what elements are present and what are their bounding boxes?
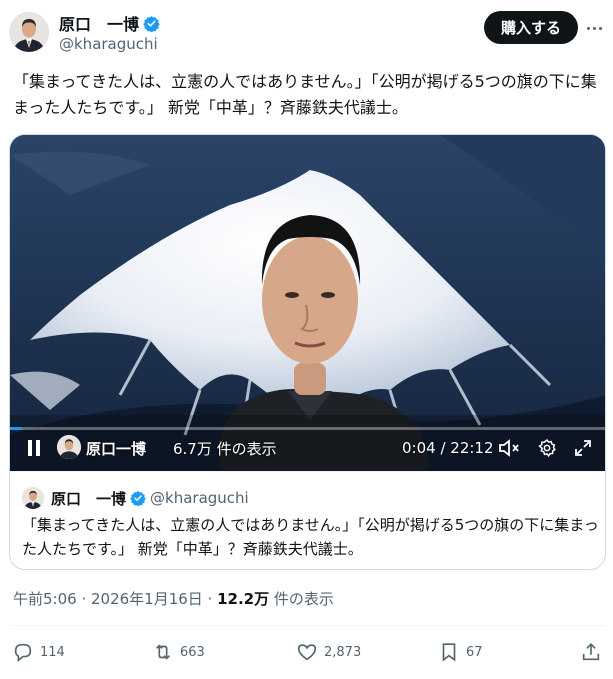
person-avatar-icon: [9, 12, 49, 52]
more-dots-icon[interactable]: [582, 16, 606, 40]
like-count: 2,873: [324, 644, 362, 660]
divider: [9, 625, 606, 626]
share-icon: [582, 643, 600, 661]
bookmark-count: 67: [466, 644, 483, 660]
video-time-readout: 0:04 / 22:12: [402, 439, 494, 457]
overlay-author-name: 原口一博: [86, 439, 147, 458]
tweet-view-count: 12.2万: [217, 590, 270, 608]
mute-icon[interactable]: [498, 435, 520, 461]
share-button[interactable]: [580, 640, 602, 664]
author-avatar[interactable]: [9, 12, 49, 52]
tweet-meta: 午前5:06 · 2026年1月16日 · 12.2万 件の表示: [13, 588, 334, 609]
person-avatar-icon: [22, 487, 44, 509]
quoted-display-name: 原口 一博: [51, 489, 127, 508]
gear-icon[interactable]: [536, 435, 558, 461]
like-button[interactable]: 2,873: [296, 640, 361, 664]
video-progress-fill: [10, 427, 22, 430]
video-player[interactable]: 原口一博 6.7万 件の表示 0:04 / 22:12: [10, 135, 605, 471]
verified-badge-icon: [130, 491, 146, 506]
overlay-view-count: 6.7万 件の表示: [173, 439, 277, 458]
heart-icon: [297, 644, 317, 661]
quoted-name-row: 原口 一博 @kharaguchi: [51, 488, 249, 508]
fullscreen-icon[interactable]: [572, 435, 594, 461]
author-handle[interactable]: @kharaguchi: [59, 35, 158, 53]
tweet-header: 原口 一博 @kharaguchi 購入する: [0, 0, 613, 62]
reply-button[interactable]: 114: [12, 640, 65, 664]
bookmark-button[interactable]: 67: [438, 640, 483, 664]
quoted-text: 「集まってきた人は、立憲の人ではありません。」「公明が掲げる5つの旗の下に集まっ…: [22, 516, 599, 558]
reply-icon: [14, 643, 32, 662]
tweet-text: 「集まってきた人は、立憲の人ではありません。」「公明が掲げる5つの旗の下に集まっ…: [13, 72, 597, 117]
verified-badge-icon: [143, 15, 160, 32]
repost-count: 663: [180, 644, 205, 660]
quoted-tweet[interactable]: 原口 一博 @kharaguchi 「集まってきた人は、立憲の人ではありません。…: [10, 471, 605, 569]
video-frame: [10, 135, 605, 471]
tweet-timestamp[interactable]: 午前5:06 · 2026年1月16日 ·: [13, 590, 217, 608]
author-name-row[interactable]: 原口 一博: [59, 11, 160, 35]
tweet-view-suffix: 件の表示: [269, 590, 334, 608]
repost-button[interactable]: 663: [152, 640, 205, 664]
media-card[interactable]: 原口一博 6.7万 件の表示 0:04 / 22:12 原口 一博 @khara…: [9, 134, 606, 570]
author-display-name[interactable]: 原口 一博: [59, 11, 139, 35]
reply-count: 114: [40, 644, 65, 660]
action-bar: 114 663 2,873 67: [0, 636, 613, 668]
video-progress-track[interactable]: [10, 427, 605, 430]
buy-button[interactable]: 購入する: [484, 11, 578, 44]
overlay-author-avatar: [57, 435, 81, 459]
quoted-author-avatar: [22, 487, 44, 509]
pause-icon[interactable]: [24, 435, 44, 461]
bookmark-icon: [442, 643, 456, 662]
quoted-handle: @kharaguchi: [150, 489, 249, 507]
repost-icon: [155, 644, 171, 660]
